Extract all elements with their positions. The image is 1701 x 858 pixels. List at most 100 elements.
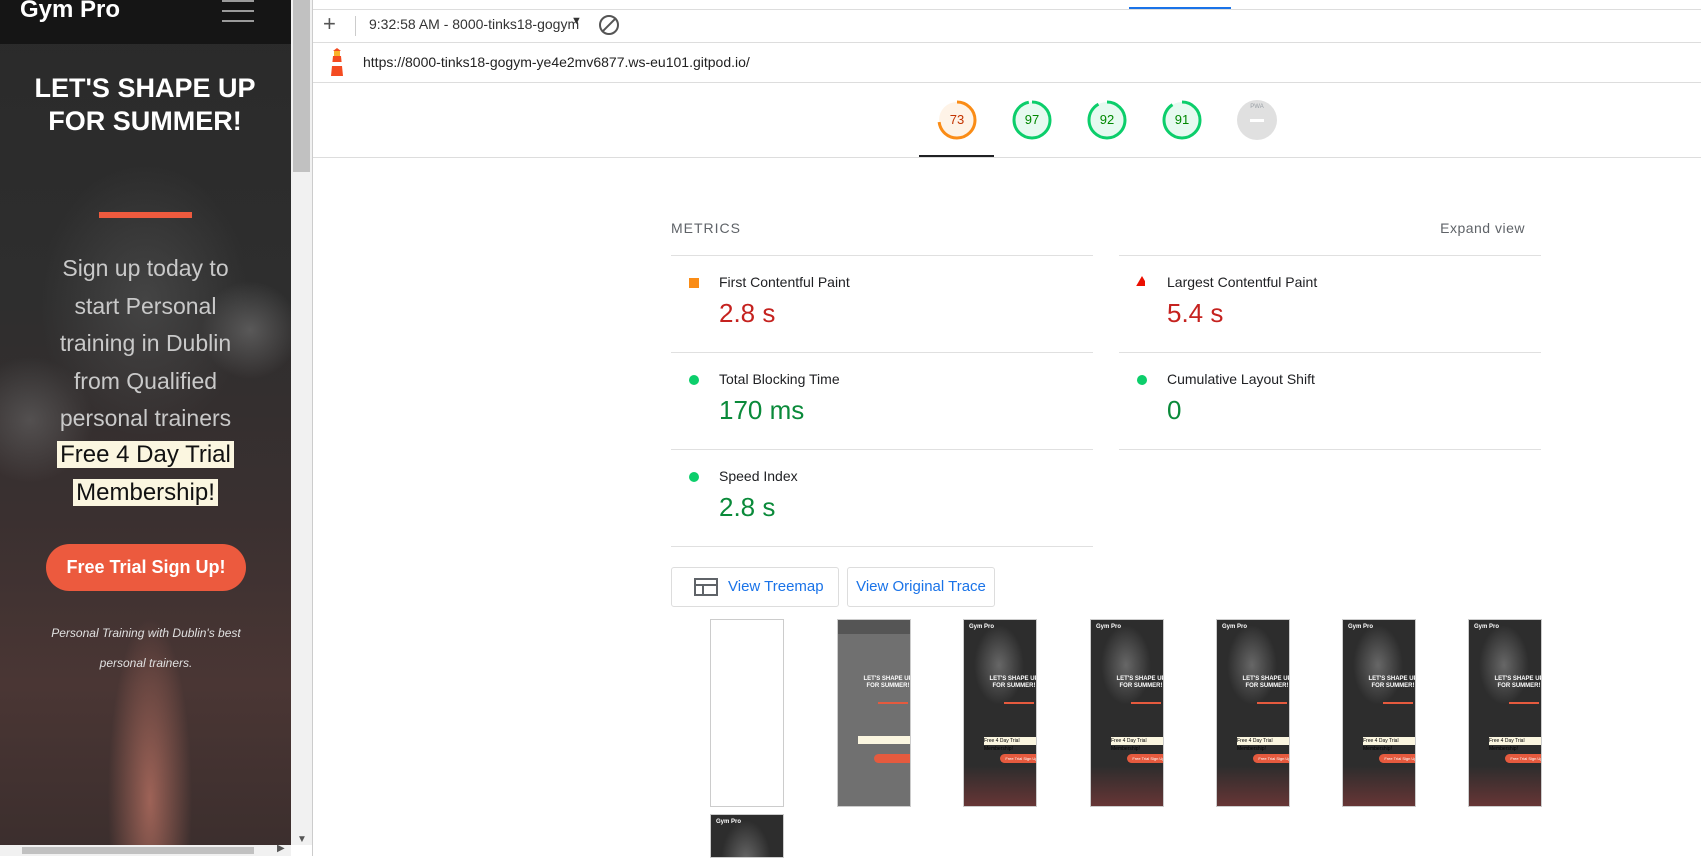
frame-floor [1091, 766, 1163, 806]
frame-brand: Gym Pro [1474, 624, 1500, 630]
lighthouse-panel: + 9:32:58 AM - 8000-tinks18-gogym-ye4e2m… [312, 0, 1701, 858]
gauge-score: 73 [949, 112, 965, 127]
hamburger-menu-icon[interactable] [222, 0, 254, 24]
filmstrip-frame: LET'S SHAPE UP FOR SUMMER! [837, 619, 911, 807]
frame-brand: Gym Pro [1096, 624, 1122, 630]
frame-headline: LET'S SHAPE UP FOR SUMMER! [863, 676, 911, 689]
frame-headline: LET'S SHAPE UP FOR SUMMER! [1494, 676, 1542, 689]
gauge-seo[interactable]: 91 [1161, 99, 1203, 141]
frame-image [1353, 625, 1403, 705]
site-vertical-scrollbar[interactable]: ▼ [291, 0, 312, 845]
frame-image [1479, 625, 1529, 705]
report-select[interactable]: 9:32:58 AM - 8000-tinks18-gogym-ye4e2mv6… [369, 16, 579, 32]
frame-headline: LET'S SHAPE UP FOR SUMMER! [989, 676, 1037, 689]
metric-value: 2.8 s [719, 492, 776, 522]
gauge-accessibility[interactable]: 97 [1011, 99, 1053, 141]
frame-trial: Free 4 Day Trial Membership! [1111, 737, 1163, 752]
frame-image [1101, 625, 1151, 705]
filmstrip-frame: Gym Pro LET'S SHAPE UP FOR SUMMER! Free … [1216, 619, 1290, 807]
lighthouse-toolbar: + 9:32:58 AM - 8000-tinks18-gogym-ye4e2m… [313, 9, 1701, 43]
lighthouse-logo-icon [331, 48, 343, 76]
frame-brand: Gym Pro [716, 819, 742, 825]
metric-cumulative-layout-shift: Cumulative Layout Shift 0 [1119, 352, 1541, 449]
frame-image [1227, 625, 1277, 705]
hero-divider [99, 212, 192, 218]
pwa-label: PWA [1250, 104, 1264, 110]
gauge-score: 92 [1099, 112, 1115, 127]
scrollbar-thumb[interactable] [22, 847, 254, 854]
metric-title: Cumulative Layout Shift [1167, 371, 1315, 387]
metric-speed-index: Speed Index 2.8 s [671, 449, 1093, 546]
metrics-header: METRICS [671, 220, 741, 236]
frame-cta: Free Trial Sign Up! [1127, 754, 1163, 763]
filmstrip-frame [710, 619, 784, 807]
frame-divider [1004, 702, 1034, 704]
frame-cta: Free Trial Sign Up! [1000, 754, 1036, 763]
metric-title: First Contentful Paint [719, 274, 850, 290]
frame-brand: Gym Pro [1348, 624, 1374, 630]
frame-cta: Free Trial Sign Up! [1253, 754, 1289, 763]
filmstrip-frame: Gym Pro [710, 814, 784, 858]
frame-cta [874, 754, 910, 763]
frame-cta: Free Trial Sign Up! [1379, 754, 1415, 763]
metric-largest-contentful-paint: Largest Contentful Paint 5.4 s [1119, 255, 1541, 352]
metric-value: 5.4 s [1167, 298, 1224, 328]
url-bar: https://8000-tinks18-gogym-ye4e2mv6877.w… [313, 42, 1701, 83]
gauge-pwa[interactable]: PWA [1236, 99, 1278, 141]
frame-headline: LET'S SHAPE UP FOR SUMMER! [1368, 676, 1416, 689]
frame-trial: Free 4 Day Trial Membership! [1489, 737, 1541, 752]
frame-brand: Gym Pro [969, 624, 995, 630]
metric-title: Total Blocking Time [719, 371, 840, 387]
view-treemap-button[interactable]: View Treemap [671, 567, 839, 607]
scroll-down-arrow-icon[interactable]: ▼ [297, 834, 307, 845]
filmstrip-frame: Gym Pro LET'S SHAPE UP FOR SUMMER! Free … [963, 619, 1037, 807]
frame-brand: Gym Pro [1222, 624, 1248, 630]
toolbar-divider [355, 16, 356, 36]
frame-trial: Free 4 Day Trial Membership! [1363, 737, 1415, 752]
fail-triangle-icon [1136, 276, 1145, 286]
gauge-performance[interactable]: 73 [936, 99, 978, 141]
view-treemap-label: View Treemap [728, 578, 824, 595]
score-gauges: 73 97 92 91 PWA [313, 83, 1701, 158]
pass-circle-icon [1137, 375, 1147, 385]
gauge-score: 91 [1174, 112, 1190, 127]
trial-offer: Free 4 Day Trial Membership! [40, 436, 251, 511]
scrollbar-thumb[interactable] [293, 0, 310, 172]
frame-divider [1131, 702, 1161, 704]
metric-divider [671, 546, 1093, 547]
selected-gauge-underline [919, 155, 994, 157]
hero-subtext: Sign up today to start Personal training… [59, 255, 232, 431]
frame-cta: Free Trial Sign Up! [1505, 754, 1541, 763]
metric-total-blocking-time: Total Blocking Time 170 ms [671, 352, 1093, 449]
hero-tagline: Personal Training with Dublin's best per… [51, 626, 241, 670]
treemap-icon [694, 578, 718, 596]
average-square-icon [689, 278, 699, 288]
metric-title: Speed Index [719, 468, 798, 484]
hero-headline: LET'S SHAPE UP FOR SUMMER! [34, 73, 256, 136]
frame-divider [1257, 702, 1287, 704]
gauge-best-practices[interactable]: 92 [1086, 99, 1128, 141]
free-trial-signup-button[interactable]: Free Trial Sign Up! [46, 544, 246, 591]
site-horizontal-scrollbar[interactable]: ▶ [0, 843, 291, 856]
frame-divider [1383, 702, 1413, 704]
dropdown-caret-icon[interactable]: ▼ [571, 15, 582, 27]
pass-circle-icon [689, 472, 699, 482]
frame-divider [878, 702, 908, 704]
site-brand[interactable]: Gym Pro [20, 0, 120, 24]
scroll-right-arrow-icon[interactable]: ▶ [277, 843, 285, 854]
metric-value: 0 [1167, 395, 1182, 425]
frame-floor [1469, 766, 1541, 806]
filmstrip-frame: Gym Pro LET'S SHAPE UP FOR SUMMER! Free … [1468, 619, 1542, 807]
site-navbar: Gym Pro [0, 0, 291, 44]
metric-value: 170 ms [719, 395, 805, 425]
frame-floor [964, 766, 1036, 806]
pass-circle-icon [689, 375, 699, 385]
audited-url[interactable]: https://8000-tinks18-gogym-ye4e2mv6877.w… [363, 54, 750, 70]
new-report-plus-icon[interactable]: + [323, 11, 336, 37]
expand-view-toggle[interactable]: Expand view [1440, 220, 1525, 236]
gauge-score: 97 [1024, 112, 1040, 127]
frame-floor [1343, 766, 1415, 806]
view-original-trace-button[interactable]: View Original Trace [847, 567, 995, 607]
frame-trial: Free 4 Day Trial Membership! [984, 737, 1036, 752]
clear-reports-icon[interactable] [599, 15, 619, 35]
